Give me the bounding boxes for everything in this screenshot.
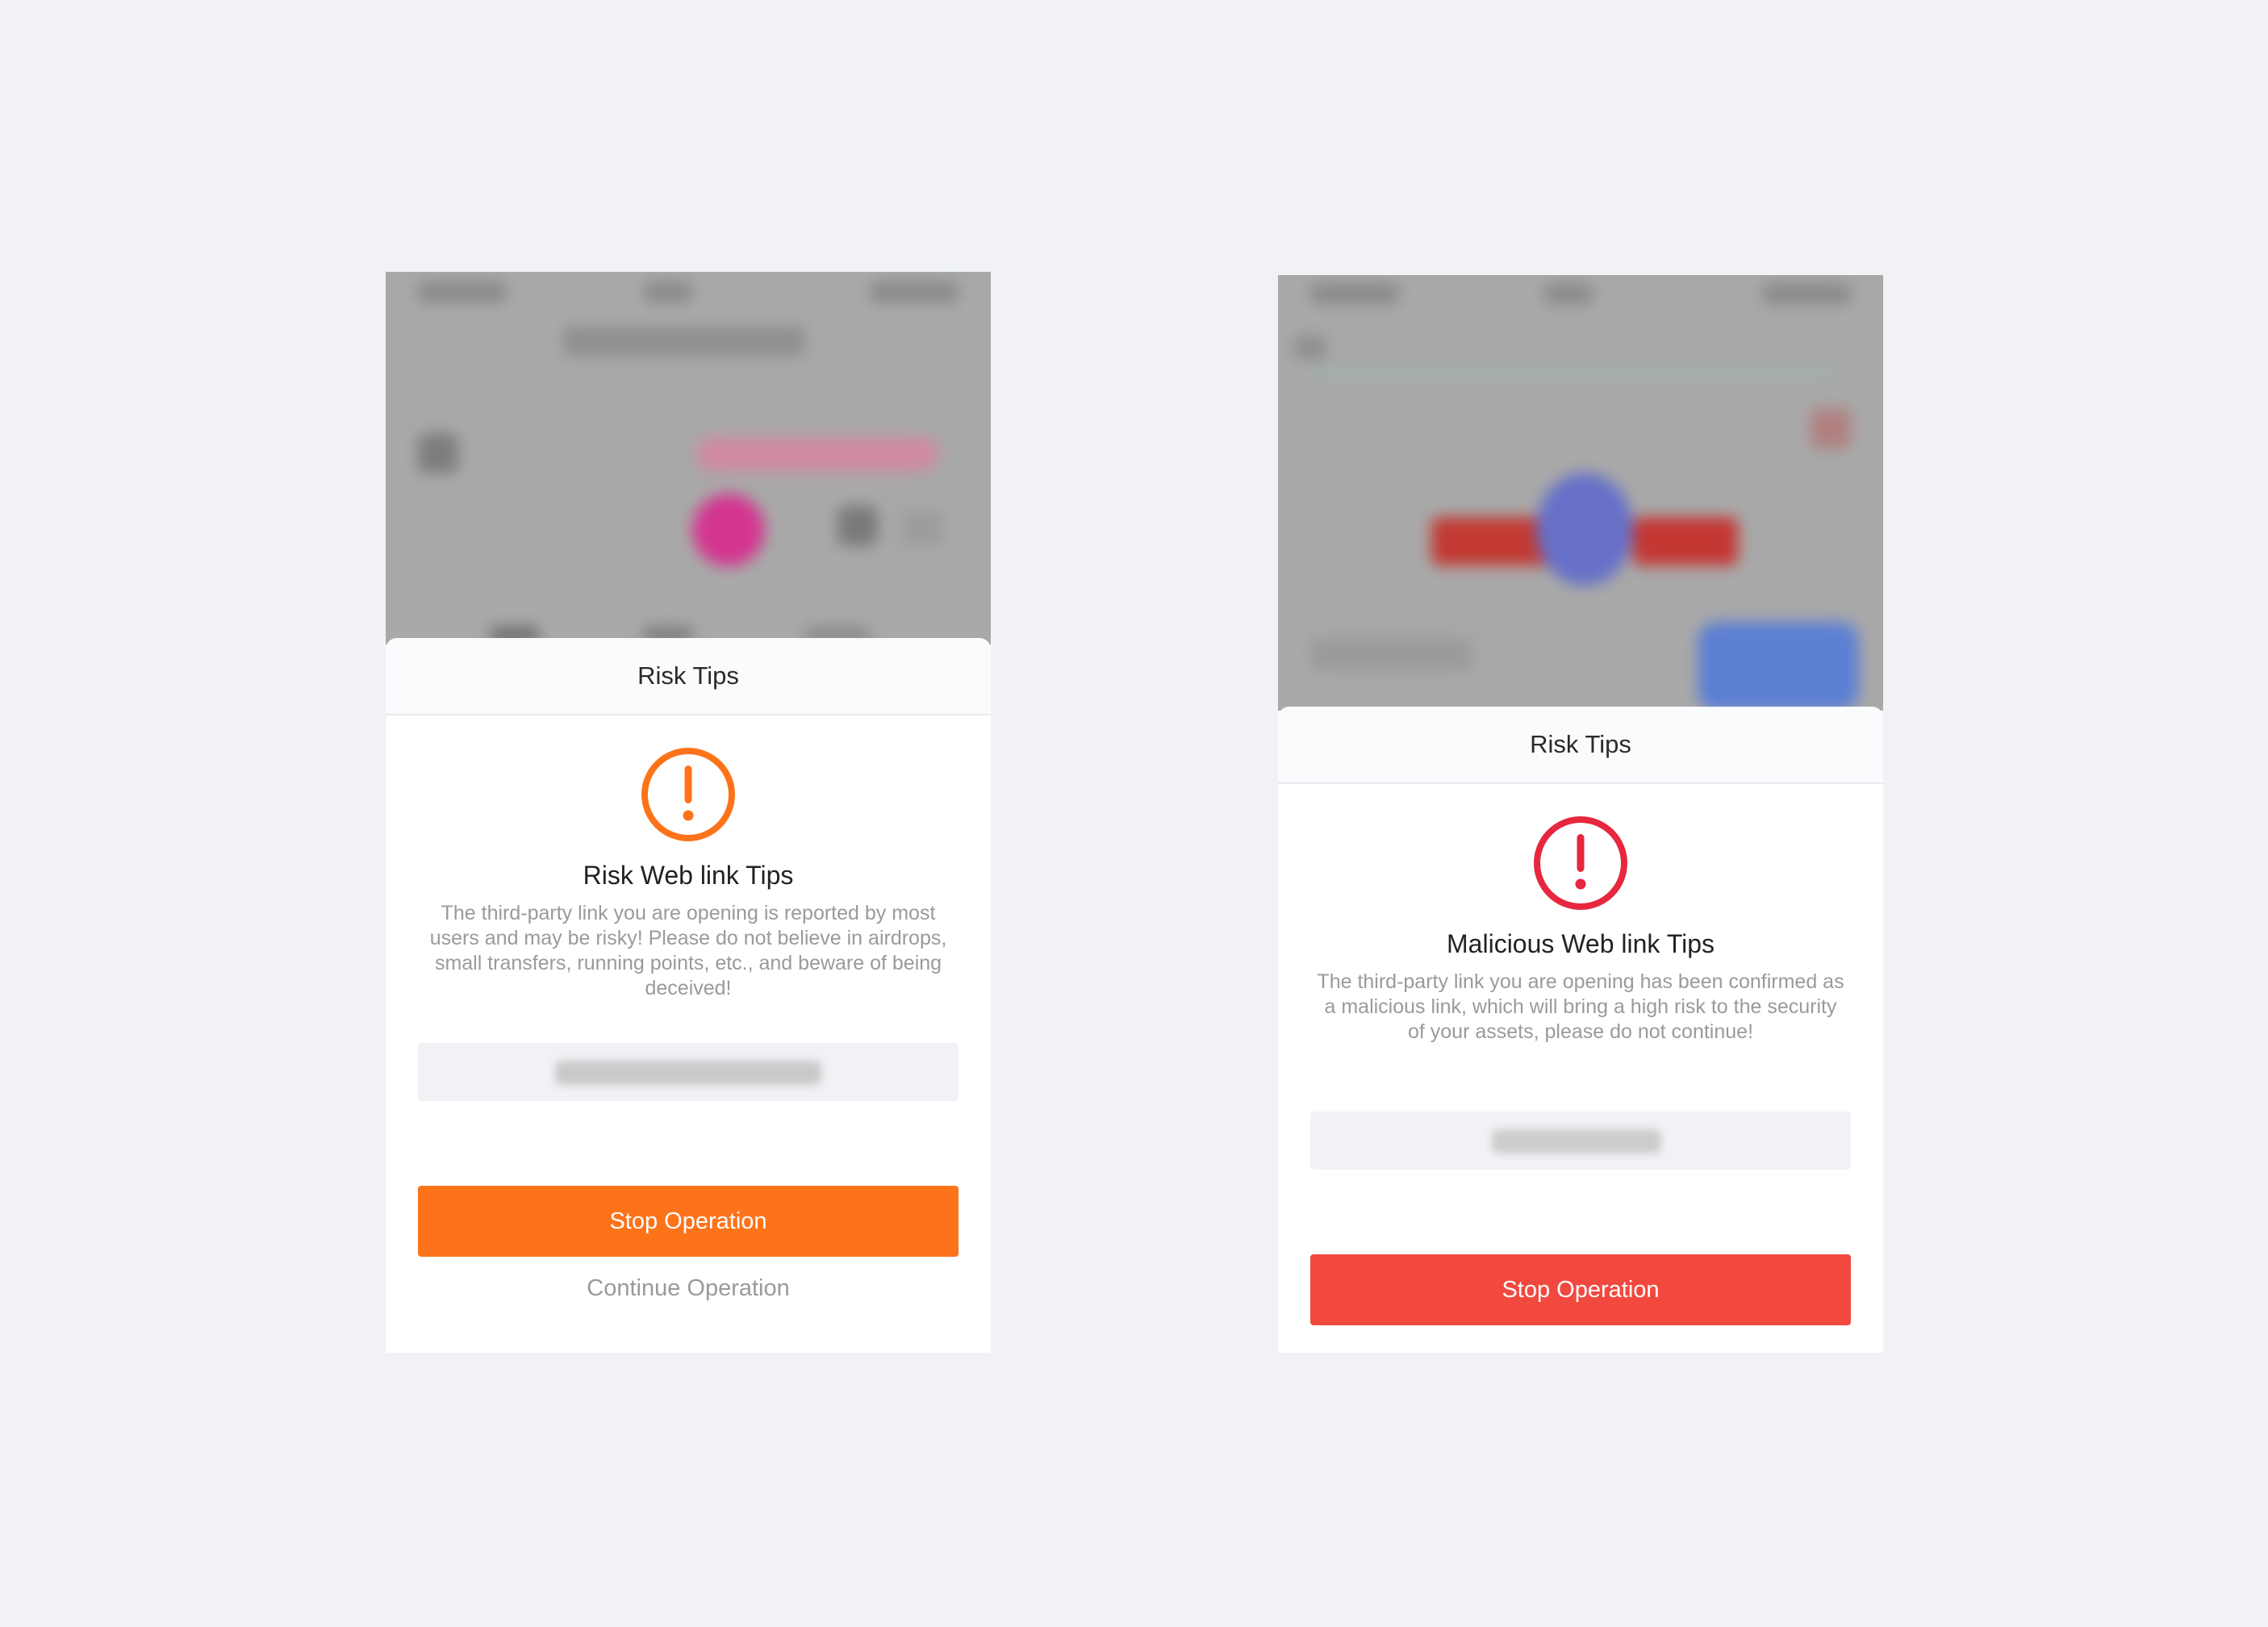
stop-operation-button[interactable]: Stop Operation [418, 1186, 959, 1257]
sheet-title: Risk Tips [1530, 730, 1631, 758]
obscured-url [1492, 1129, 1661, 1154]
stop-operation-button[interactable]: Stop Operation [1310, 1254, 1851, 1325]
blurred-background-app [386, 272, 991, 645]
sheet-header: Risk Tips [386, 638, 991, 715]
continue-operation-button[interactable]: Continue Operation [386, 1275, 991, 1302]
sheet-header: Risk Tips [1278, 707, 1883, 784]
link-url-box [418, 1043, 959, 1101]
tip-title: Malicious Web link Tips [1447, 929, 1715, 958]
tip-description: The third-party link you are opening has… [1317, 970, 1844, 1043]
sheet-title: Risk Tips [637, 661, 739, 690]
link-url-box [1310, 1112, 1851, 1170]
risk-tips-sheet: Risk Tips Risk Web link Tips The third-p… [386, 638, 991, 1353]
exclamation-circle-icon [1534, 816, 1627, 910]
tip-description: The third-party link you are opening is … [429, 902, 947, 999]
exclamation-circle-icon [641, 748, 735, 841]
obscured-url [555, 1061, 821, 1085]
malicious-link-screen: Risk Tips Malicious Web link Tips The th… [1278, 275, 1883, 1353]
risk-link-screen: Risk Tips Risk Web link Tips The third-p… [386, 272, 991, 1353]
tip-title: Risk Web link Tips [583, 861, 794, 890]
blurred-background-app [1278, 275, 1883, 711]
risk-tips-sheet: Risk Tips Malicious Web link Tips The th… [1278, 707, 1883, 1353]
